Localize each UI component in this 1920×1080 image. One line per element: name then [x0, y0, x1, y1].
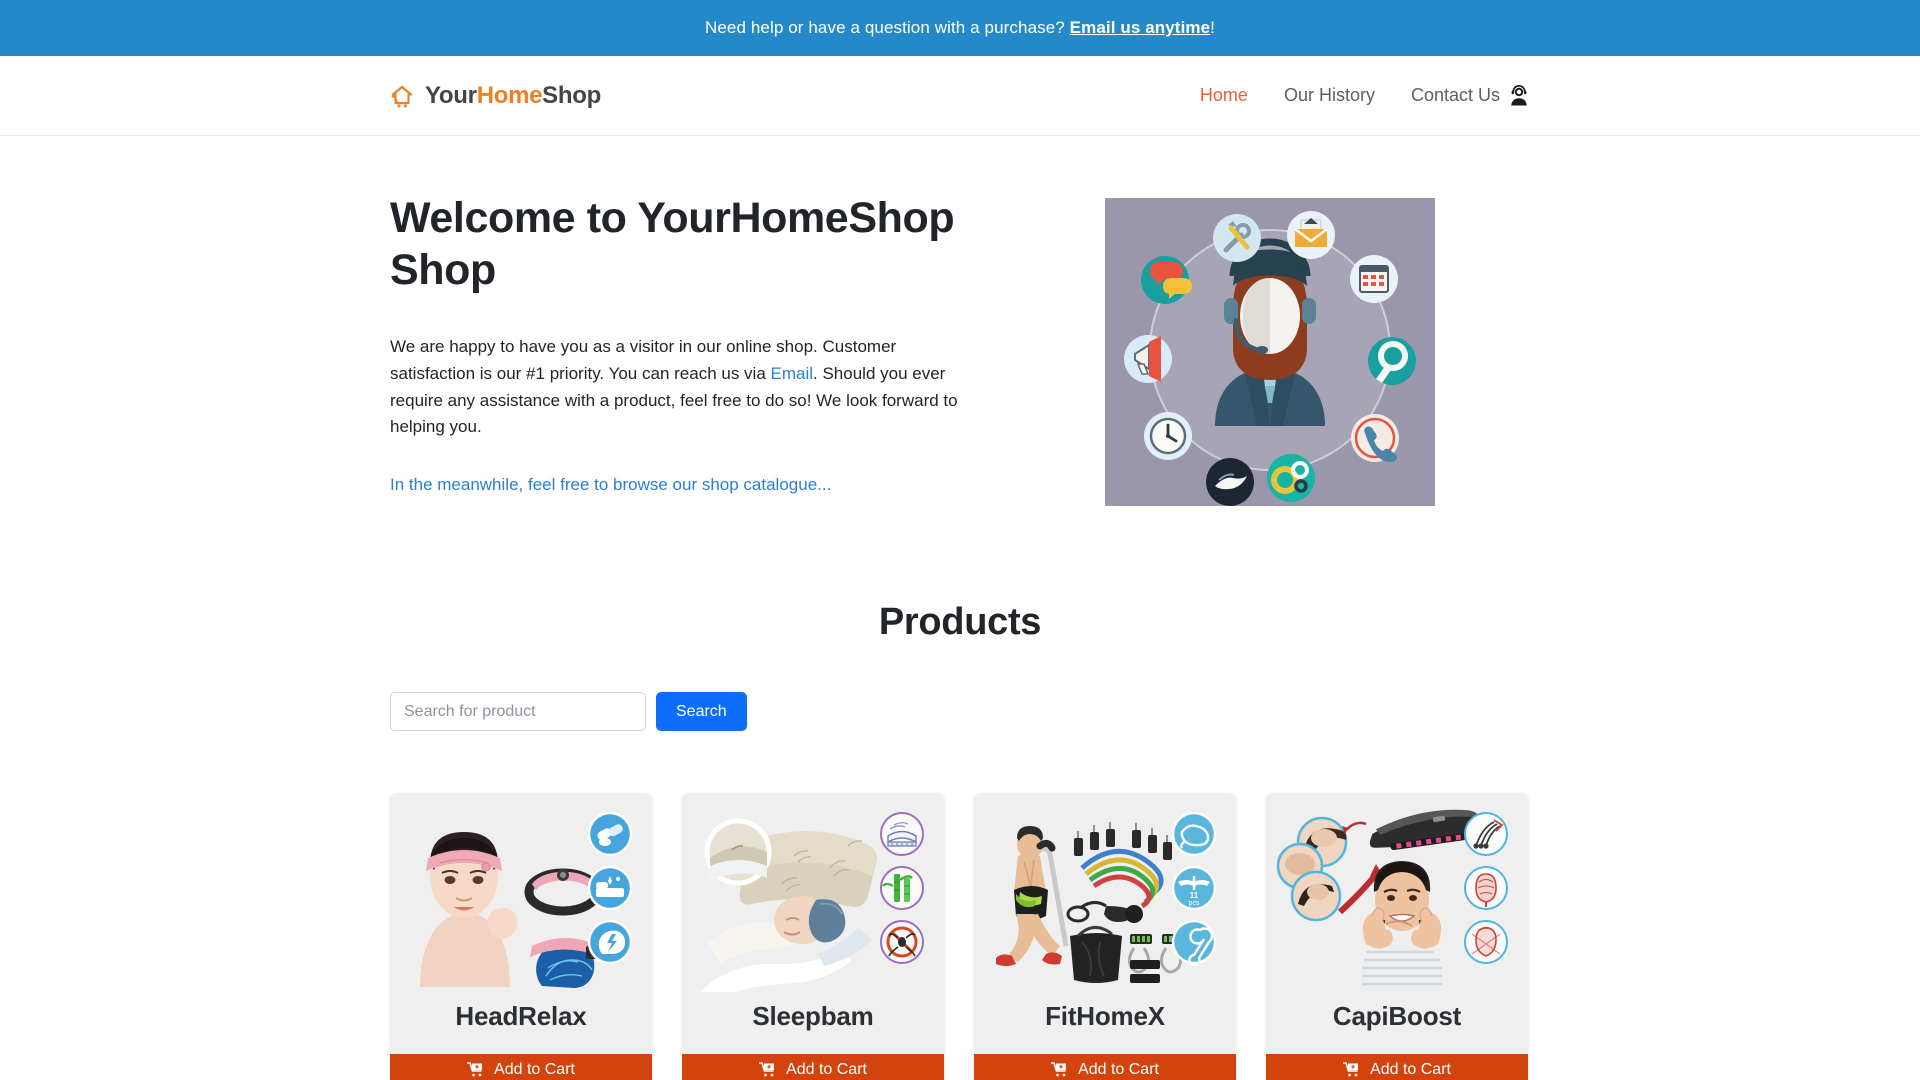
- product-image: [390, 793, 652, 992]
- add-to-cart-button[interactable]: Add to Cart: [1266, 1054, 1528, 1080]
- hero-text-column: Welcome to YourHomeShop Shop We are happ…: [390, 193, 990, 495]
- nav-item-our-history[interactable]: Our History: [1266, 77, 1393, 114]
- search-button[interactable]: Search: [656, 692, 747, 731]
- cart-icon: [1051, 1062, 1068, 1077]
- add-to-cart-label: Add to Cart: [494, 1060, 575, 1078]
- product-card[interactable]: Sleepbam Add to Cart 99.00 €: [682, 793, 944, 1080]
- email-us-link[interactable]: Email us anytime: [1070, 18, 1211, 38]
- cart-icon: [1343, 1062, 1360, 1077]
- svg-text:11: 11: [1190, 891, 1199, 900]
- announcement-banner: Need help or have a question with a purc…: [0, 0, 1920, 56]
- nav-item-home[interactable]: Home: [1182, 77, 1266, 114]
- product-image: [1266, 793, 1528, 992]
- hero-section: Welcome to YourHomeShop Shop We are happ…: [390, 136, 1530, 506]
- product-image: 11 pcs: [974, 793, 1236, 992]
- product-name: Sleepbam: [752, 1001, 874, 1031]
- add-to-cart-label: Add to Cart: [1078, 1060, 1159, 1078]
- svg-text:pcs: pcs: [1189, 900, 1200, 907]
- browse-catalogue-link[interactable]: In the meanwhile, feel free to browse ou…: [390, 475, 831, 495]
- banner-text-suffix: !: [1210, 18, 1215, 37]
- hero-email-link[interactable]: Email: [771, 364, 814, 383]
- cart-icon: [467, 1062, 484, 1077]
- house-cart-icon: [390, 83, 416, 109]
- page-container: Welcome to YourHomeShop Shop We are happ…: [390, 136, 1530, 1080]
- banner-text: Need help or have a question with a purc…: [705, 18, 1070, 37]
- page-title: Welcome to YourHomeShop Shop: [390, 194, 955, 294]
- hero-paragraph: We are happy to have you as a visitor in…: [390, 334, 975, 441]
- add-to-cart-label: Add to Cart: [786, 1060, 867, 1078]
- customer-support-illustration: [1105, 198, 1435, 506]
- product-name: CapiBoost: [1332, 1001, 1462, 1031]
- brand-logo[interactable]: YourHomeShop: [390, 82, 601, 110]
- product-name: HeadRelax: [455, 1001, 587, 1031]
- product-name: FitHomeX: [1045, 1001, 1165, 1031]
- add-to-cart-button[interactable]: Add to Cart: [974, 1054, 1236, 1080]
- brand-wordmark: YourHomeShop: [425, 82, 601, 110]
- add-to-cart-button[interactable]: Add to Cart: [390, 1054, 652, 1080]
- product-search-form: Search: [390, 692, 1530, 731]
- hero-image-column: [1105, 198, 1435, 506]
- main-navigation: Home Our History Contact Us: [1182, 77, 1530, 114]
- product-card[interactable]: 11 pcs FitHomeX Add to Cart: [974, 793, 1236, 1080]
- product-card[interactable]: HeadRelax Add to Cart 170.00 €: [390, 793, 652, 1080]
- products-heading: Products: [878, 601, 1042, 643]
- product-card[interactable]: CapiBoost Add to Cart 129.00 €: [1266, 793, 1528, 1080]
- support-agent-icon[interactable]: [1506, 84, 1530, 107]
- add-to-cart-label: Add to Cart: [1370, 1060, 1451, 1078]
- site-header: YourHomeShop Home Our History Contact Us: [0, 56, 1920, 136]
- cart-icon: [759, 1062, 776, 1077]
- product-grid: HeadRelax Add to Cart 170.00 €: [390, 793, 1530, 1080]
- add-to-cart-button[interactable]: Add to Cart: [682, 1054, 944, 1080]
- brand-part-your: Your: [425, 81, 477, 109]
- brand-part-home: Home: [476, 81, 543, 109]
- product-image: [682, 793, 944, 992]
- search-input[interactable]: [390, 692, 646, 731]
- nav-item-contact-us[interactable]: Contact Us: [1393, 77, 1506, 114]
- brand-part-shop: Shop: [542, 81, 601, 109]
- products-section: Products Search for product Search HeadR…: [390, 601, 1530, 1080]
